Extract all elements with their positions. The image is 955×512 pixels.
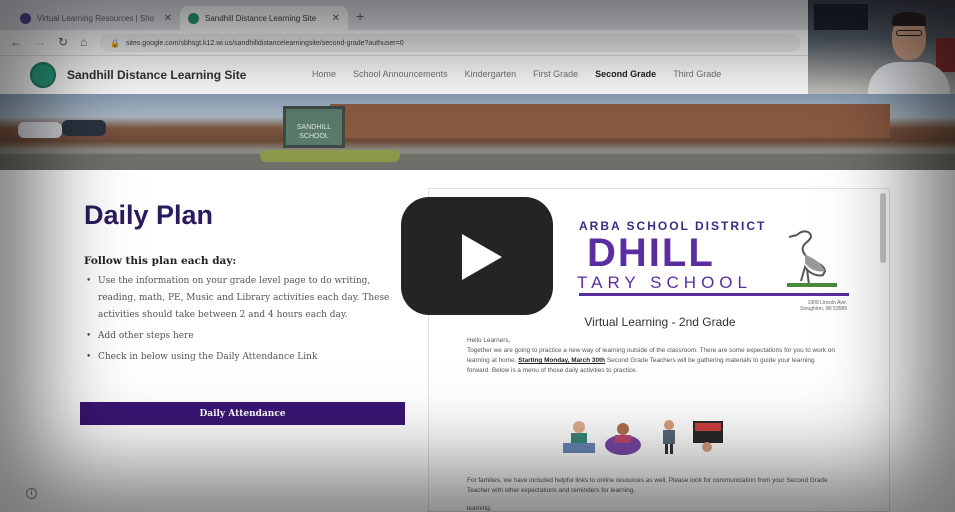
wall-decor <box>936 38 955 72</box>
school-sign-line-1: SANDHILL <box>296 124 332 131</box>
nav-first-grade[interactable]: First Grade <box>533 69 578 79</box>
info-icon[interactable]: i <box>26 488 37 499</box>
address-bar: ← → ↻ ⌂ 🔒 sites.google.com/sbhsgt.k12.wi… <box>0 30 808 56</box>
lock-icon: 🔒 <box>110 38 120 48</box>
list-item: Add other steps here <box>84 328 406 345</box>
doc-title: Virtual Learning - 2nd Grade <box>584 315 736 329</box>
doc-scrollbar[interactable] <box>880 193 886 263</box>
car-dark <box>62 120 106 136</box>
forward-arrow-icon[interactable]: → <box>34 35 46 49</box>
reload-icon[interactable]: ↻ <box>58 35 68 49</box>
school-sign-line-2: SCHOOL <box>299 133 329 140</box>
school-type: TARY SCHOOL <box>577 273 752 292</box>
tab-favicon-icon <box>188 12 199 24</box>
page-title: Daily Plan <box>84 200 214 230</box>
school-building <box>330 104 890 138</box>
url-input[interactable]: 🔒 sites.google.com/sbhsgt.k12.wi.us/sand… <box>100 34 800 52</box>
back-arrow-icon[interactable]: ← <box>10 35 22 49</box>
boy-with-paper-icon <box>663 420 675 454</box>
site-header: Sandhill Distance Learning Site Home Sch… <box>0 56 808 94</box>
presenter-glasses <box>896 30 922 36</box>
daily-attendance-button[interactable]: Daily Attendance <box>80 402 405 425</box>
presenter-shirt <box>868 62 950 94</box>
doc-greeting: Hello Learners, <box>467 337 511 344</box>
close-tab-icon[interactable]: ✕ <box>332 13 340 24</box>
beanbag-kid-icon <box>605 423 641 455</box>
tab-title: Virtual Learning Resources | Sho <box>37 13 155 23</box>
site-logo-icon[interactable] <box>30 62 56 88</box>
address-line-2: Stoughton, WI 53589 <box>800 306 847 312</box>
browser-tab-bar: Virtual Learning Resources | Sho ✕ Sandh… <box>0 0 808 30</box>
tab-title: Sandhill Distance Learning Site <box>205 13 317 23</box>
hero-banner-image: SANDHILL SCHOOL <box>0 94 955 170</box>
url-text: sites.google.com/sbhsgt.k12.wi.us/sandhi… <box>125 39 404 47</box>
nav-second-grade[interactable]: Second Grade <box>595 69 656 79</box>
browser-tab-2[interactable]: Sandhill Distance Learning Site ✕ <box>180 6 348 30</box>
webcam-overlay <box>808 0 955 94</box>
logo-underline <box>579 293 849 296</box>
presenter-hair <box>892 12 926 26</box>
site-title[interactable]: Sandhill Distance Learning Site <box>67 68 246 82</box>
daily-plan-section: Daily Plan Follow this plan each day: Us… <box>84 200 406 370</box>
new-tab-icon[interactable]: + <box>356 8 364 24</box>
close-tab-icon[interactable]: ✕ <box>164 13 172 24</box>
window-background <box>814 4 868 30</box>
school-sign: SANDHILL SCHOOL <box>283 106 345 148</box>
tab-favicon-icon <box>20 12 31 24</box>
nav-kindergarten[interactable]: Kindergarten <box>465 69 517 79</box>
doc-intro: Hello Learners, Together we are going to… <box>467 336 839 376</box>
heron-logo-icon <box>787 230 837 287</box>
home-icon[interactable]: ⌂ <box>80 35 87 49</box>
shrubs <box>260 150 400 162</box>
teacher-board-icon <box>693 421 723 452</box>
site-nav: Home School Announcements Kindergarten F… <box>312 69 721 79</box>
list-item: Use the information on your grade level … <box>84 273 406 324</box>
browser-tab-1[interactable]: Virtual Learning Resources | Sho ✕ <box>12 6 180 30</box>
doc-highlight-date: Starting Monday, March 30th <box>518 357 606 364</box>
car-white <box>18 122 62 138</box>
doc-families-paragraph: For families, we have included helpful l… <box>467 477 828 494</box>
nav-third-grade[interactable]: Third Grade <box>673 69 721 79</box>
reading-kid-icon <box>563 421 595 453</box>
plan-subheading: Follow this plan each day: <box>84 255 237 267</box>
list-item: Check in below using the Daily Attendanc… <box>84 349 406 366</box>
nav-home[interactable]: Home <box>312 69 336 79</box>
school-address: 1908 Lincoln Ave. Stoughton, WI 53589 <box>800 300 847 312</box>
plan-list: Use the information on your grade level … <box>84 273 406 366</box>
parking-lot <box>0 154 955 170</box>
activity-clipart <box>563 420 723 455</box>
play-icon <box>462 234 502 280</box>
doc-footer-text: learning. <box>467 505 492 512</box>
video-play-button[interactable] <box>401 197 553 315</box>
nav-school-announcements[interactable]: School Announcements <box>353 69 448 79</box>
school-name: DHILL <box>587 231 715 275</box>
